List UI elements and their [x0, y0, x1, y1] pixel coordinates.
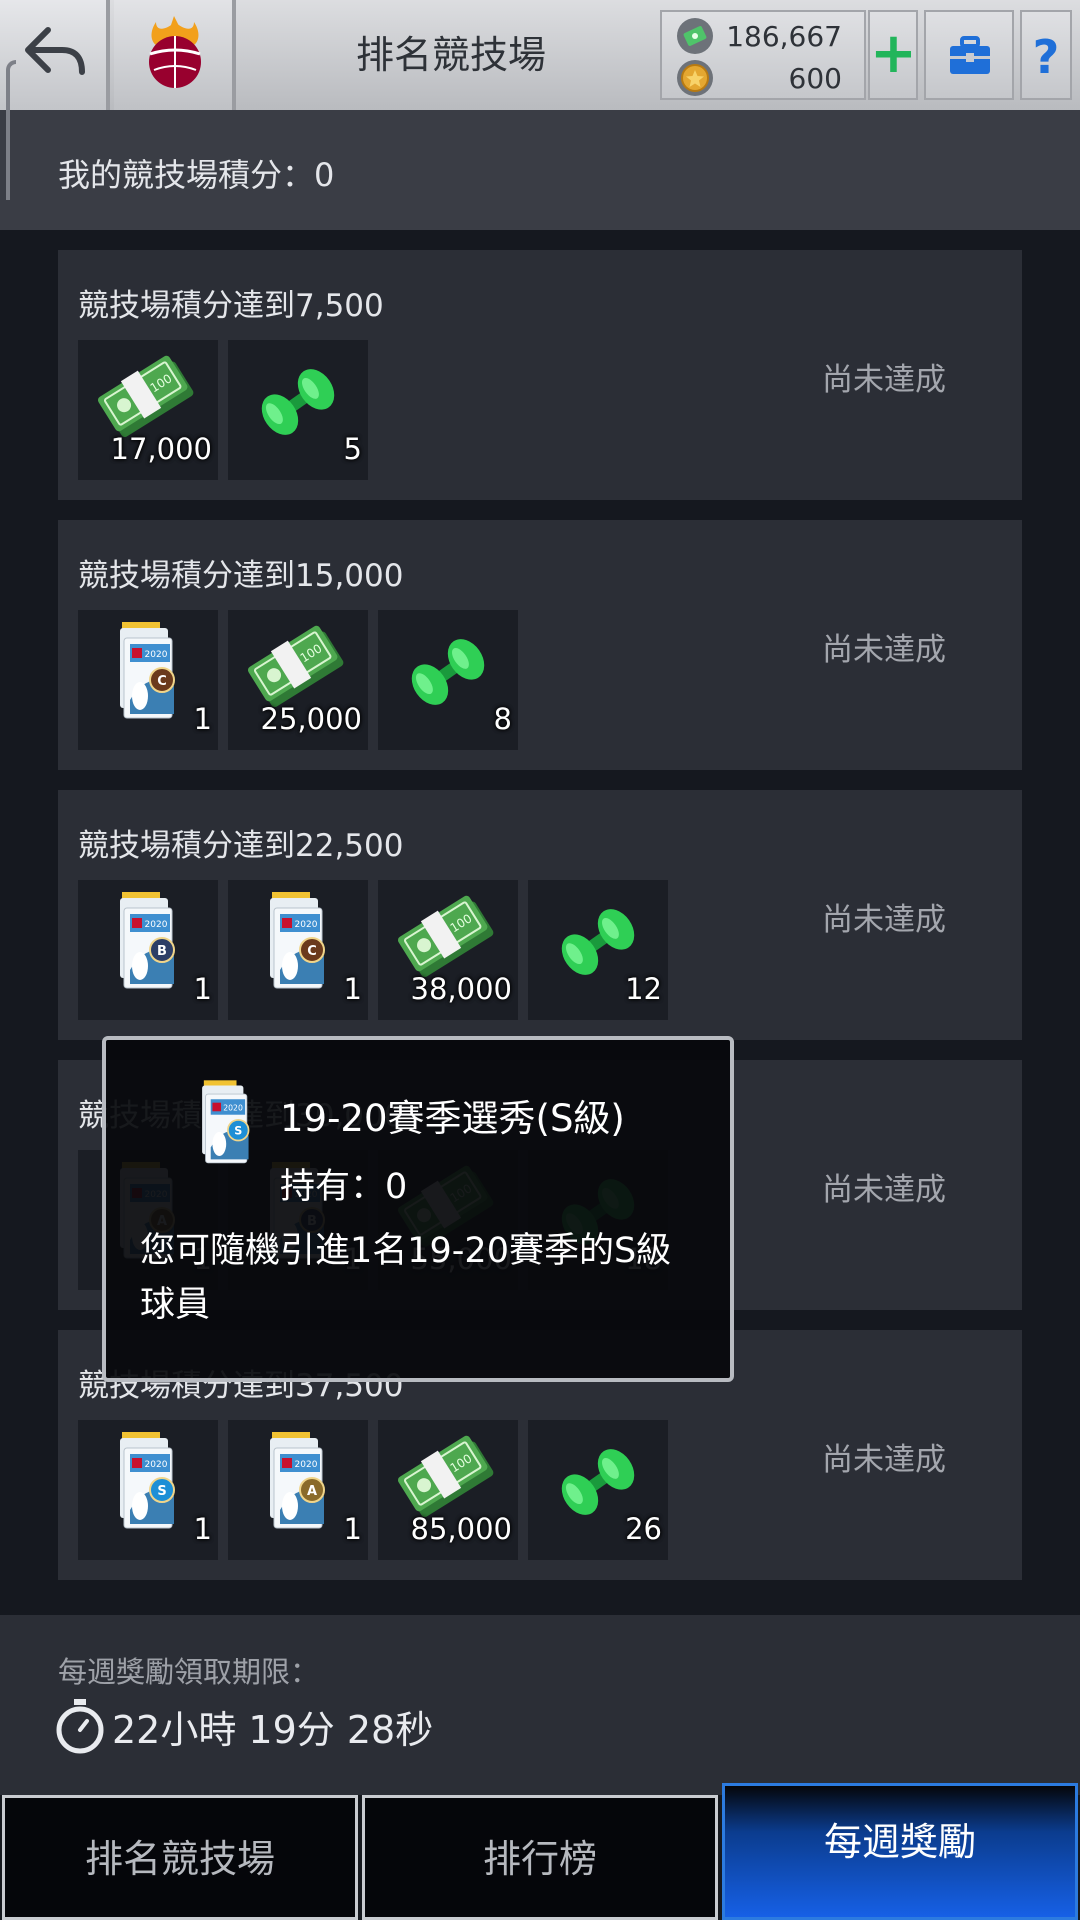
tooltip-description: 您可隨機引進1名19-20賽季的S級球員 [140, 1231, 672, 1325]
inventory-button[interactable] [924, 10, 1014, 100]
svg-text:B: B [157, 944, 167, 959]
svg-text:2020: 2020 [145, 920, 168, 930]
reward-quantity: 12 [625, 972, 662, 1006]
miami-heat-logo-icon [149, 16, 201, 88]
reward-quantity: 85,000 [410, 1512, 512, 1546]
reward-quantity: 1 [343, 972, 362, 1006]
svg-text:A: A [307, 1484, 317, 1499]
reward-slot-pack[interactable]: S 2020 1 [78, 1420, 218, 1560]
reward-quantity: 5 [343, 432, 362, 466]
svg-text:C: C [307, 944, 317, 959]
reward-tier-list[interactable]: 競技場積分達到7,500 100 17,000 5 尚未達成 競技場積分達到15,0… [0, 230, 1080, 1615]
tooltip-item-name: 19-20賽季選秀(S級) [280, 1097, 625, 1140]
player-pack-icon: S 2020 [202, 1080, 250, 1164]
tab-leaderboard[interactable]: 排行榜 [362, 1795, 718, 1920]
reward-slot-cash[interactable]: 100 25,000 [228, 610, 368, 750]
weekly-reward-info: 每週獎勵領取期限： 22小時 19分 28秒 [0, 1615, 1080, 1795]
stopwatch-icon [56, 1699, 104, 1754]
reward-quantity: 38,000 [410, 972, 512, 1006]
reward-quantity: 26 [625, 1512, 662, 1546]
my-arena-score: 我的競技場積分：0 [58, 156, 335, 194]
tier-status: 尚未達成 [822, 902, 946, 938]
tab-ranked-arena[interactable]: 排名競技場 [2, 1795, 358, 1920]
cash-icon [677, 18, 713, 54]
svg-text:2020: 2020 [223, 1103, 243, 1112]
reward-slot-pack[interactable]: C 2020 1 [78, 610, 218, 750]
cash-amount: 186,667 [726, 19, 842, 53]
top-bar: 排名競技場 186,667 600 + ? [0, 0, 1080, 110]
tier-status: 尚未達成 [822, 1442, 946, 1478]
svg-text:C: C [157, 674, 167, 689]
tier-status: 尚未達成 [822, 362, 946, 398]
reward-quantity: 17,000 [110, 432, 212, 466]
reward-slot-dumbbell[interactable]: 8 [378, 610, 518, 750]
page-title: 排名競技場 [355, 33, 546, 77]
question-mark-icon: ? [1032, 30, 1060, 84]
reward-tier-card: 競技場積分達到22,500 B 2020 1 C 2020 1 100 38,0… [58, 790, 1022, 1040]
plus-icon: + [870, 21, 917, 86]
tier-requirement: 競技場積分達到15,000 [78, 558, 404, 594]
reward-slot-dumbbell[interactable]: 12 [528, 880, 668, 1020]
reward-tier-card: 競技場積分達到7,500 100 17,000 5 尚未達成 [58, 250, 1022, 500]
arena-score-bar: 我的競技場積分：0 [0, 110, 1080, 230]
reward-slot-dumbbell[interactable]: 5 [228, 340, 368, 480]
countdown: 22小時 19分 28秒 [54, 1697, 433, 1755]
reward-quantity: 8 [493, 702, 512, 736]
reward-quantity: 25,000 [260, 702, 362, 736]
tier-status: 尚未達成 [822, 632, 946, 668]
toolbox-icon [950, 36, 990, 74]
tooltip-owned-count: 持有：0 [280, 1167, 408, 1207]
reward-slot-cash[interactable]: 100 17,000 [78, 340, 218, 480]
reward-quantity: 1 [193, 1512, 212, 1546]
back-arrow-icon [25, 27, 85, 75]
svg-text:2020: 2020 [145, 1460, 168, 1470]
svg-text:2020: 2020 [295, 920, 318, 930]
svg-text:2020: 2020 [145, 650, 168, 660]
reward-tier-card: 競技場積分達到15,000 C 2020 1 100 25,000 8 尚未達成 [58, 520, 1022, 770]
reward-slot-pack[interactable]: B 2020 1 [78, 880, 218, 1020]
reward-slot-cash[interactable]: 100 85,000 [378, 1420, 518, 1560]
reward-slot-pack[interactable]: C 2020 1 [228, 880, 368, 1020]
tier-requirement: 競技場積分達到22,500 [78, 828, 404, 864]
team-logo-button[interactable] [114, 0, 236, 110]
coin-amount: 600 [788, 61, 842, 95]
reward-slot-dumbbell[interactable]: 26 [528, 1420, 668, 1560]
reward-quantity: 1 [193, 702, 212, 736]
tooltip-pack-icon: S 2020 [166, 1070, 286, 1194]
decorative-edge [6, 60, 16, 200]
reward-slot-cash[interactable]: 100 38,000 [378, 880, 518, 1020]
add-currency-button[interactable]: + [868, 10, 918, 100]
reward-quantity: 1 [193, 972, 212, 1006]
help-button[interactable]: ? [1020, 10, 1072, 100]
weekly-deadline-label: 每週獎勵領取期限： [58, 1655, 320, 1689]
reward-quantity: 1 [343, 1512, 362, 1546]
coin-icon [677, 60, 713, 96]
tab-weekly-rewards[interactable]: 每週獎勵 [722, 1783, 1078, 1920]
svg-text:2020: 2020 [295, 1460, 318, 1470]
tier-requirement: 競技場積分達到7,500 [78, 288, 384, 324]
item-tooltip: S 2020 19-20賽季選秀(S級) 持有：0 您可隨機引進1名19-20賽… [102, 1036, 734, 1382]
reward-slot-pack[interactable]: A 2020 1 [228, 1420, 368, 1560]
tier-status: 尚未達成 [822, 1172, 946, 1208]
svg-text:S: S [157, 1484, 166, 1499]
svg-text:S: S [234, 1124, 242, 1137]
currency-panel: 186,667 600 [660, 10, 866, 100]
countdown-text: 22小時 19分 28秒 [112, 1707, 434, 1752]
back-button[interactable] [0, 0, 110, 110]
bottom-tab-bar: 排名競技場 排行榜 每週獎勵 [0, 1783, 1080, 1920]
